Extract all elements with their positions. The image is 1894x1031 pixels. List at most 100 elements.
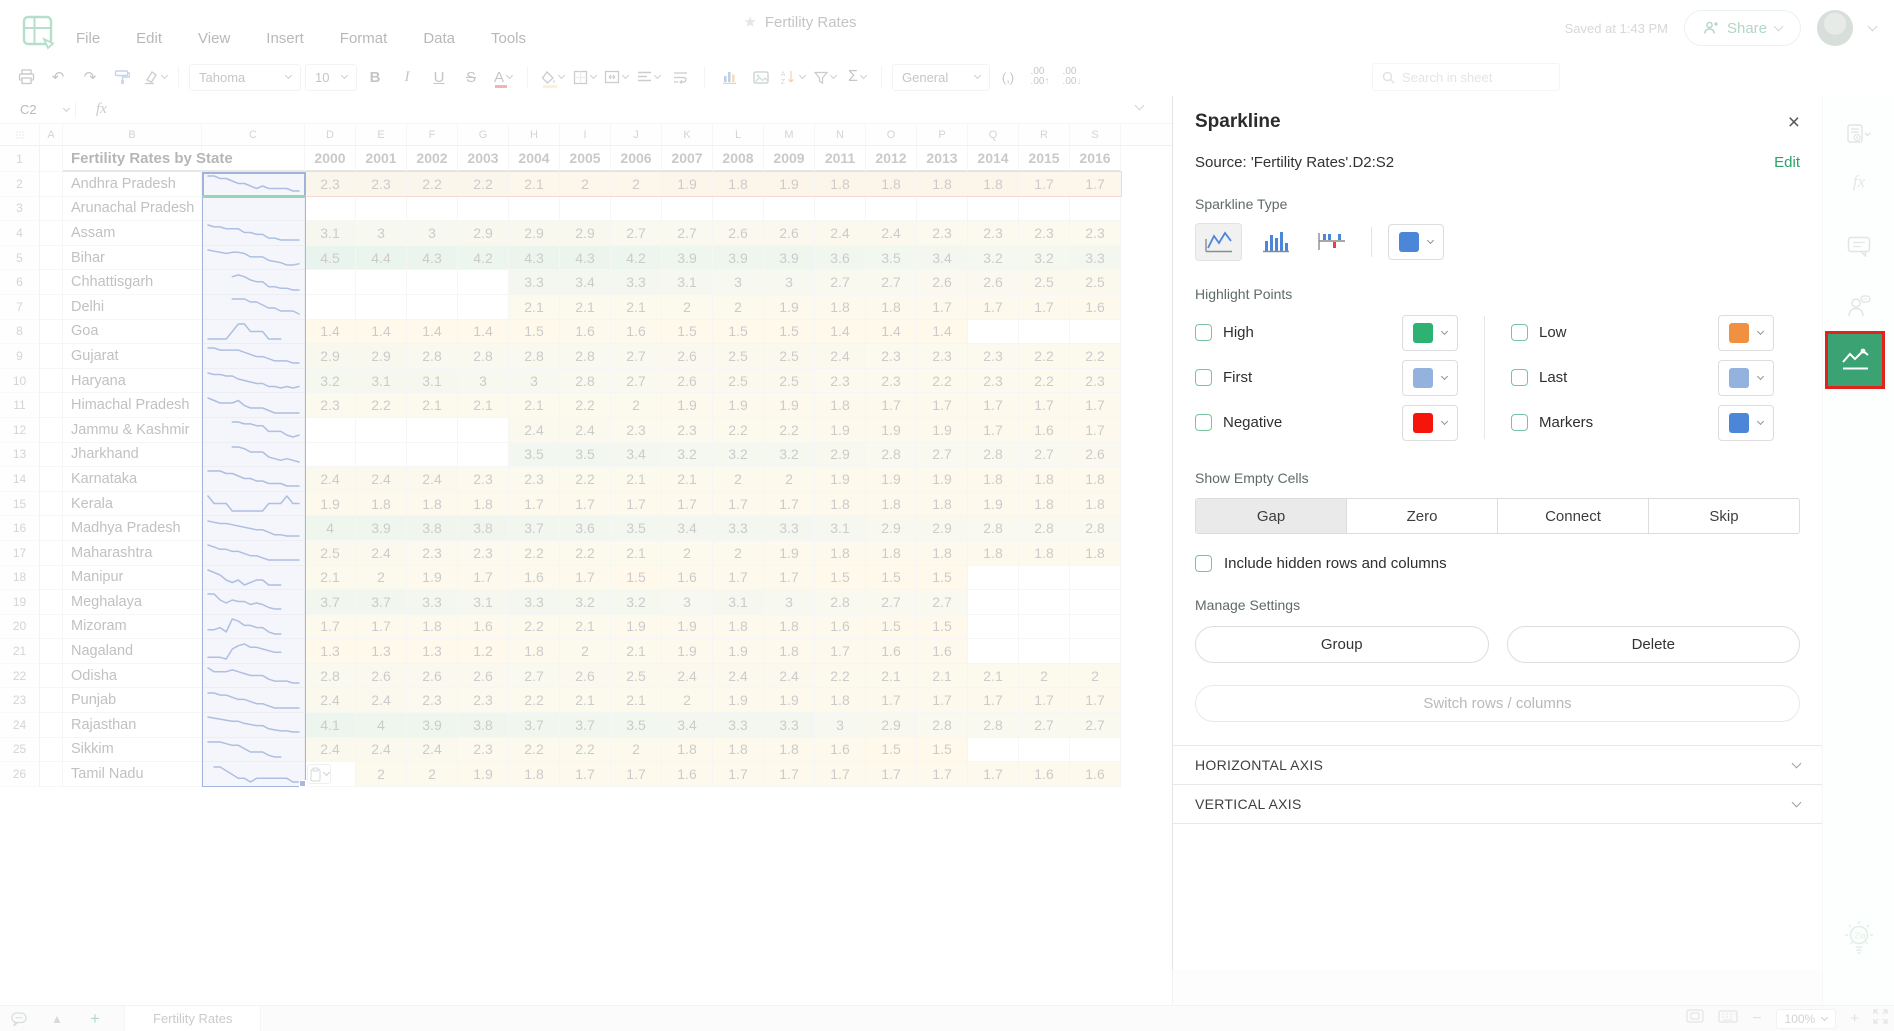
value-cell[interactable]: 2.3 <box>1070 368 1121 394</box>
value-cell[interactable]: 1.8 <box>1070 491 1121 517</box>
state-cell[interactable]: Manipur <box>63 565 202 591</box>
value-cell[interactable]: 2.8 <box>815 590 866 615</box>
column-header-Q[interactable]: Q <box>968 124 1019 145</box>
value-cell[interactable]: 2.7 <box>662 221 713 246</box>
value-cell[interactable]: 3.2 <box>662 442 713 468</box>
value-cell[interactable]: 1.7 <box>917 762 968 787</box>
increase-decimal-button[interactable]: .00.00↑ <box>1026 63 1054 91</box>
value-cell[interactable]: 1.8 <box>509 762 560 787</box>
sparkline-cell[interactable] <box>202 196 305 222</box>
value-cell[interactable]: 2 <box>356 565 407 591</box>
state-cell[interactable]: Madhya Pradesh <box>63 516 202 541</box>
value-cell[interactable]: 2.1 <box>560 614 611 640</box>
value-cell[interactable]: 2.2 <box>560 393 611 418</box>
winloss-sparkline-type-button[interactable] <box>1307 223 1354 261</box>
italic-button[interactable]: I <box>393 63 421 91</box>
cell[interactable] <box>40 639 63 664</box>
cell-reference-box[interactable]: C2 <box>0 102 64 117</box>
column-header-A[interactable]: A <box>40 124 63 145</box>
row-number[interactable]: 23 <box>0 688 40 714</box>
value-cell[interactable]: 2.8 <box>917 713 968 738</box>
value-cell[interactable]: 1.9 <box>713 639 764 664</box>
value-cell[interactable]: 2.2 <box>1019 344 1070 369</box>
value-cell[interactable]: 3.1 <box>815 516 866 541</box>
value-cell[interactable]: 3.7 <box>305 590 356 615</box>
align-button[interactable] <box>634 63 662 91</box>
column-header-K[interactable]: K <box>662 124 713 145</box>
select-all-corner[interactable] <box>0 124 40 145</box>
empty-option-connect[interactable]: Connect <box>1498 499 1649 533</box>
value-cell[interactable]: 4.3 <box>560 245 611 271</box>
value-cell[interactable]: 3.2 <box>713 442 764 468</box>
cell[interactable] <box>40 713 63 738</box>
value-cell[interactable]: 1.4 <box>815 319 866 345</box>
row-number[interactable]: 20 <box>0 614 40 640</box>
value-cell[interactable]: 2.3 <box>968 368 1019 394</box>
value-cell[interactable]: 1.6 <box>815 614 866 640</box>
empty-option-skip[interactable]: Skip <box>1649 499 1799 533</box>
value-cell[interactable]: 3.9 <box>407 713 458 738</box>
zia-insights-icon[interactable]: Zia <box>1823 920 1894 956</box>
redo-button[interactable]: ↷ <box>76 63 104 91</box>
value-cell[interactable]: 3.9 <box>713 245 764 271</box>
value-cell[interactable]: 1.8 <box>866 172 917 197</box>
value-cell[interactable]: 2.7 <box>1070 713 1121 738</box>
value-cell[interactable]: 2.7 <box>866 590 917 615</box>
column-sparkline-type-button[interactable] <box>1251 223 1298 261</box>
cell[interactable] <box>40 491 63 517</box>
value-cell[interactable]: 2.8 <box>968 516 1019 541</box>
format-painter-button[interactable] <box>108 63 136 91</box>
menu-edit[interactable]: Edit <box>136 30 162 47</box>
state-cell[interactable]: Punjab <box>63 688 202 714</box>
value-cell[interactable]: 2.3 <box>968 221 1019 246</box>
cell[interactable] <box>40 565 63 591</box>
cell[interactable] <box>40 442 63 468</box>
value-cell[interactable]: 2.3 <box>662 417 713 443</box>
value-cell[interactable]: 1.7 <box>1019 294 1070 320</box>
first-color-dropdown[interactable] <box>1402 359 1458 396</box>
sparkline-cell[interactable] <box>202 614 305 640</box>
value-cell[interactable]: 1.6 <box>917 639 968 664</box>
sum-button[interactable]: Σ <box>843 63 871 91</box>
value-cell[interactable]: 3.9 <box>764 245 815 271</box>
value-cell[interactable]: 1.7 <box>560 491 611 517</box>
value-cell[interactable]: 2.7 <box>866 270 917 295</box>
value-cell[interactable]: 3.4 <box>662 516 713 541</box>
switch-rows-columns-button[interactable]: Switch rows / columns <box>1195 685 1800 722</box>
value-cell[interactable]: 2.9 <box>866 713 917 738</box>
row-number[interactable]: 10 <box>0 368 40 394</box>
menu-tools[interactable]: Tools <box>491 30 526 47</box>
account-chevron-icon[interactable] <box>1867 21 1878 32</box>
font-color-button[interactable]: A <box>489 63 517 91</box>
value-cell[interactable]: 2.3 <box>305 393 356 418</box>
menu-data[interactable]: Data <box>423 30 455 47</box>
value-cell[interactable] <box>407 270 458 295</box>
value-cell[interactable]: 1.7 <box>917 393 968 418</box>
value-cell[interactable]: 2.2 <box>917 368 968 394</box>
value-cell[interactable] <box>1070 196 1121 222</box>
group-button[interactable]: Group <box>1195 626 1489 663</box>
column-header-S[interactable]: S <box>1070 124 1121 145</box>
value-cell[interactable]: 1.8 <box>866 540 917 566</box>
collaborators-icon[interactable] <box>1823 294 1894 318</box>
sparkline-cell[interactable] <box>202 221 305 246</box>
value-cell[interactable]: 1.9 <box>662 172 713 197</box>
row-number[interactable]: 19 <box>0 590 40 615</box>
value-cell[interactable]: 4.1 <box>305 713 356 738</box>
functions-icon[interactable]: fx <box>1823 172 1894 192</box>
search-input[interactable] <box>1402 69 1542 85</box>
value-cell[interactable]: 2.1 <box>866 663 917 689</box>
value-cell[interactable]: 1.8 <box>1019 467 1070 492</box>
state-cell[interactable]: Bihar <box>63 245 202 271</box>
value-cell[interactable]: 2.1 <box>611 294 662 320</box>
value-cell[interactable]: 1.5 <box>866 737 917 763</box>
value-cell[interactable]: 2.6 <box>917 270 968 295</box>
value-cell[interactable]: 1.7 <box>713 565 764 591</box>
value-cell[interactable]: 2.4 <box>764 663 815 689</box>
value-cell[interactable]: 3 <box>407 221 458 246</box>
state-cell[interactable]: Karnataka <box>63 467 202 492</box>
last-color-dropdown[interactable] <box>1718 359 1774 396</box>
value-cell[interactable]: 1.8 <box>917 540 968 566</box>
value-cell[interactable]: 2.2 <box>815 663 866 689</box>
sparkline-cell[interactable] <box>202 639 305 664</box>
